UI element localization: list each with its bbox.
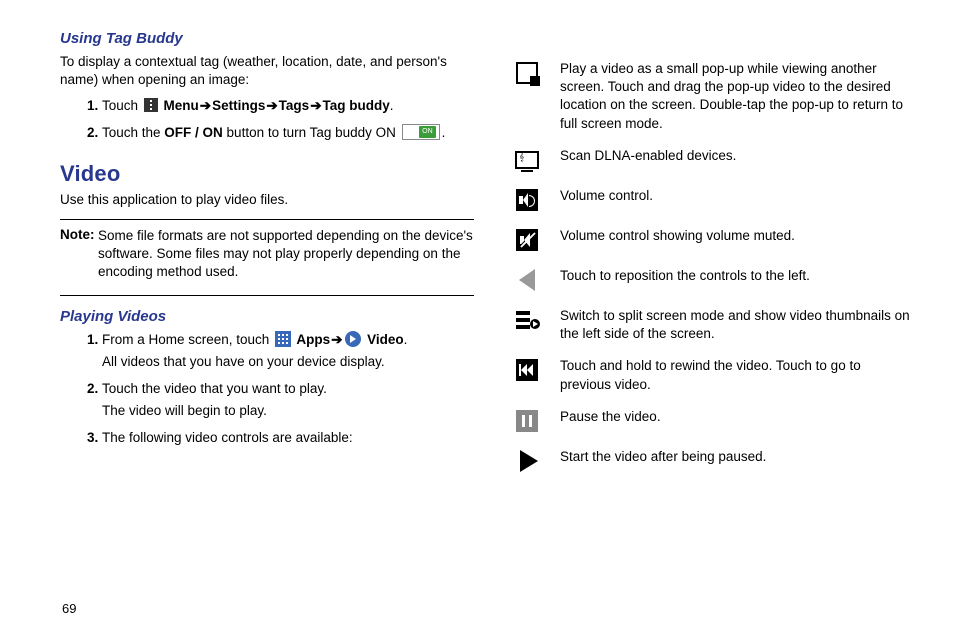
- tag-buddy-step-2: Touch the OFF / ON button to turn Tag bu…: [102, 124, 474, 143]
- divider: [60, 295, 474, 296]
- text: From a Home screen, touch: [102, 332, 273, 347]
- playing-step-2: Touch the video that you want to play. T…: [102, 380, 474, 421]
- step1-sub: All videos that you have on your device …: [102, 353, 474, 372]
- heading-video: Video: [60, 161, 474, 187]
- arrow-icon: ➔: [330, 331, 343, 350]
- manual-page: Using Tag Buddy To display a contextual …: [0, 0, 954, 498]
- video-intro: Use this application to play video files…: [60, 191, 474, 209]
- split-screen-icon: [514, 307, 540, 333]
- control-pause: Pause the video.: [514, 408, 914, 434]
- video-app-icon: [345, 331, 361, 347]
- text: .: [390, 98, 394, 113]
- playing-steps: From a Home screen, touch Apps ➔ Video. …: [60, 331, 474, 447]
- rewind-previous-icon: [514, 357, 540, 383]
- text: Touch the video that you want to play.: [102, 381, 327, 396]
- dlna-desc: Scan DLNA-enabled devices.: [560, 147, 914, 165]
- text: .: [404, 332, 408, 347]
- tag-buddy-step-1: Touch Menu ➔ Settings ➔ Tags ➔ Tag buddy…: [102, 97, 474, 116]
- volume-muted-desc: Volume control showing volume muted.: [560, 227, 914, 245]
- left-column: Using Tag Buddy To display a contextual …: [60, 30, 474, 488]
- text: Touch: [102, 98, 142, 113]
- note-body: Some file formats are not supported depe…: [98, 227, 474, 282]
- playing-step-3: The following video controls are availab…: [102, 429, 474, 448]
- control-play: Start the video after being paused.: [514, 448, 914, 474]
- control-volume-muted: Volume control showing volume muted.: [514, 227, 914, 253]
- control-popup: Play a video as a small pop-up while vie…: [514, 60, 914, 133]
- text-tagbuddy: Tag buddy: [323, 98, 390, 113]
- reposition-desc: Touch to reposition the controls to the …: [560, 267, 914, 285]
- dlna-scan-icon: [514, 147, 540, 173]
- right-column: Play a video as a small pop-up while vie…: [514, 30, 914, 488]
- arrow-icon: ➔: [265, 97, 278, 116]
- divider: [60, 219, 474, 220]
- pause-icon: [514, 408, 540, 434]
- menu-icon: [144, 98, 158, 112]
- text: Touch the: [102, 125, 164, 140]
- volume-desc: Volume control.: [560, 187, 914, 205]
- text: .: [442, 125, 446, 140]
- split-desc: Switch to split screen mode and show vid…: [560, 307, 914, 343]
- text-video: Video: [363, 332, 403, 347]
- on-switch-icon: [402, 124, 440, 140]
- text-menu: Menu: [160, 98, 199, 113]
- note-block: Note: Some file formats are not supporte…: [60, 226, 474, 281]
- rewind-desc: Touch and hold to rewind the video. Touc…: [560, 357, 914, 393]
- page-number: 69: [62, 601, 76, 616]
- control-dlna: Scan DLNA-enabled devices.: [514, 147, 914, 173]
- pause-desc: Pause the video.: [560, 408, 914, 426]
- reposition-left-icon: [514, 267, 540, 293]
- text-apps: Apps: [293, 332, 330, 347]
- heading-playing-videos: Playing Videos: [60, 308, 474, 325]
- play-desc: Start the video after being paused.: [560, 448, 914, 466]
- control-split: Switch to split screen mode and show vid…: [514, 307, 914, 343]
- note-label: Note:: [60, 227, 95, 242]
- arrow-icon: ➔: [199, 97, 212, 116]
- playing-step-1: From a Home screen, touch Apps ➔ Video. …: [102, 331, 474, 372]
- tag-buddy-steps: Touch Menu ➔ Settings ➔ Tags ➔ Tag buddy…: [60, 97, 474, 143]
- volume-muted-icon: [514, 227, 540, 253]
- text-settings: Settings: [212, 98, 265, 113]
- apps-grid-icon: [275, 331, 291, 347]
- heading-tag-buddy: Using Tag Buddy: [60, 30, 474, 47]
- step2-sub: The video will begin to play.: [102, 402, 474, 421]
- control-rewind: Touch and hold to rewind the video. Touc…: [514, 357, 914, 393]
- volume-icon: [514, 187, 540, 213]
- control-volume: Volume control.: [514, 187, 914, 213]
- popup-play-icon: [514, 60, 540, 86]
- play-icon: [514, 448, 540, 474]
- text: The following video controls are availab…: [102, 430, 353, 445]
- text-offon: OFF / ON: [164, 125, 223, 140]
- text-tags: Tags: [279, 98, 310, 113]
- arrow-icon: ➔: [309, 97, 322, 116]
- popup-desc: Play a video as a small pop-up while vie…: [560, 60, 914, 133]
- control-reposition: Touch to reposition the controls to the …: [514, 267, 914, 293]
- tag-buddy-intro: To display a contextual tag (weather, lo…: [60, 53, 474, 89]
- text: button to turn Tag buddy ON: [223, 125, 400, 140]
